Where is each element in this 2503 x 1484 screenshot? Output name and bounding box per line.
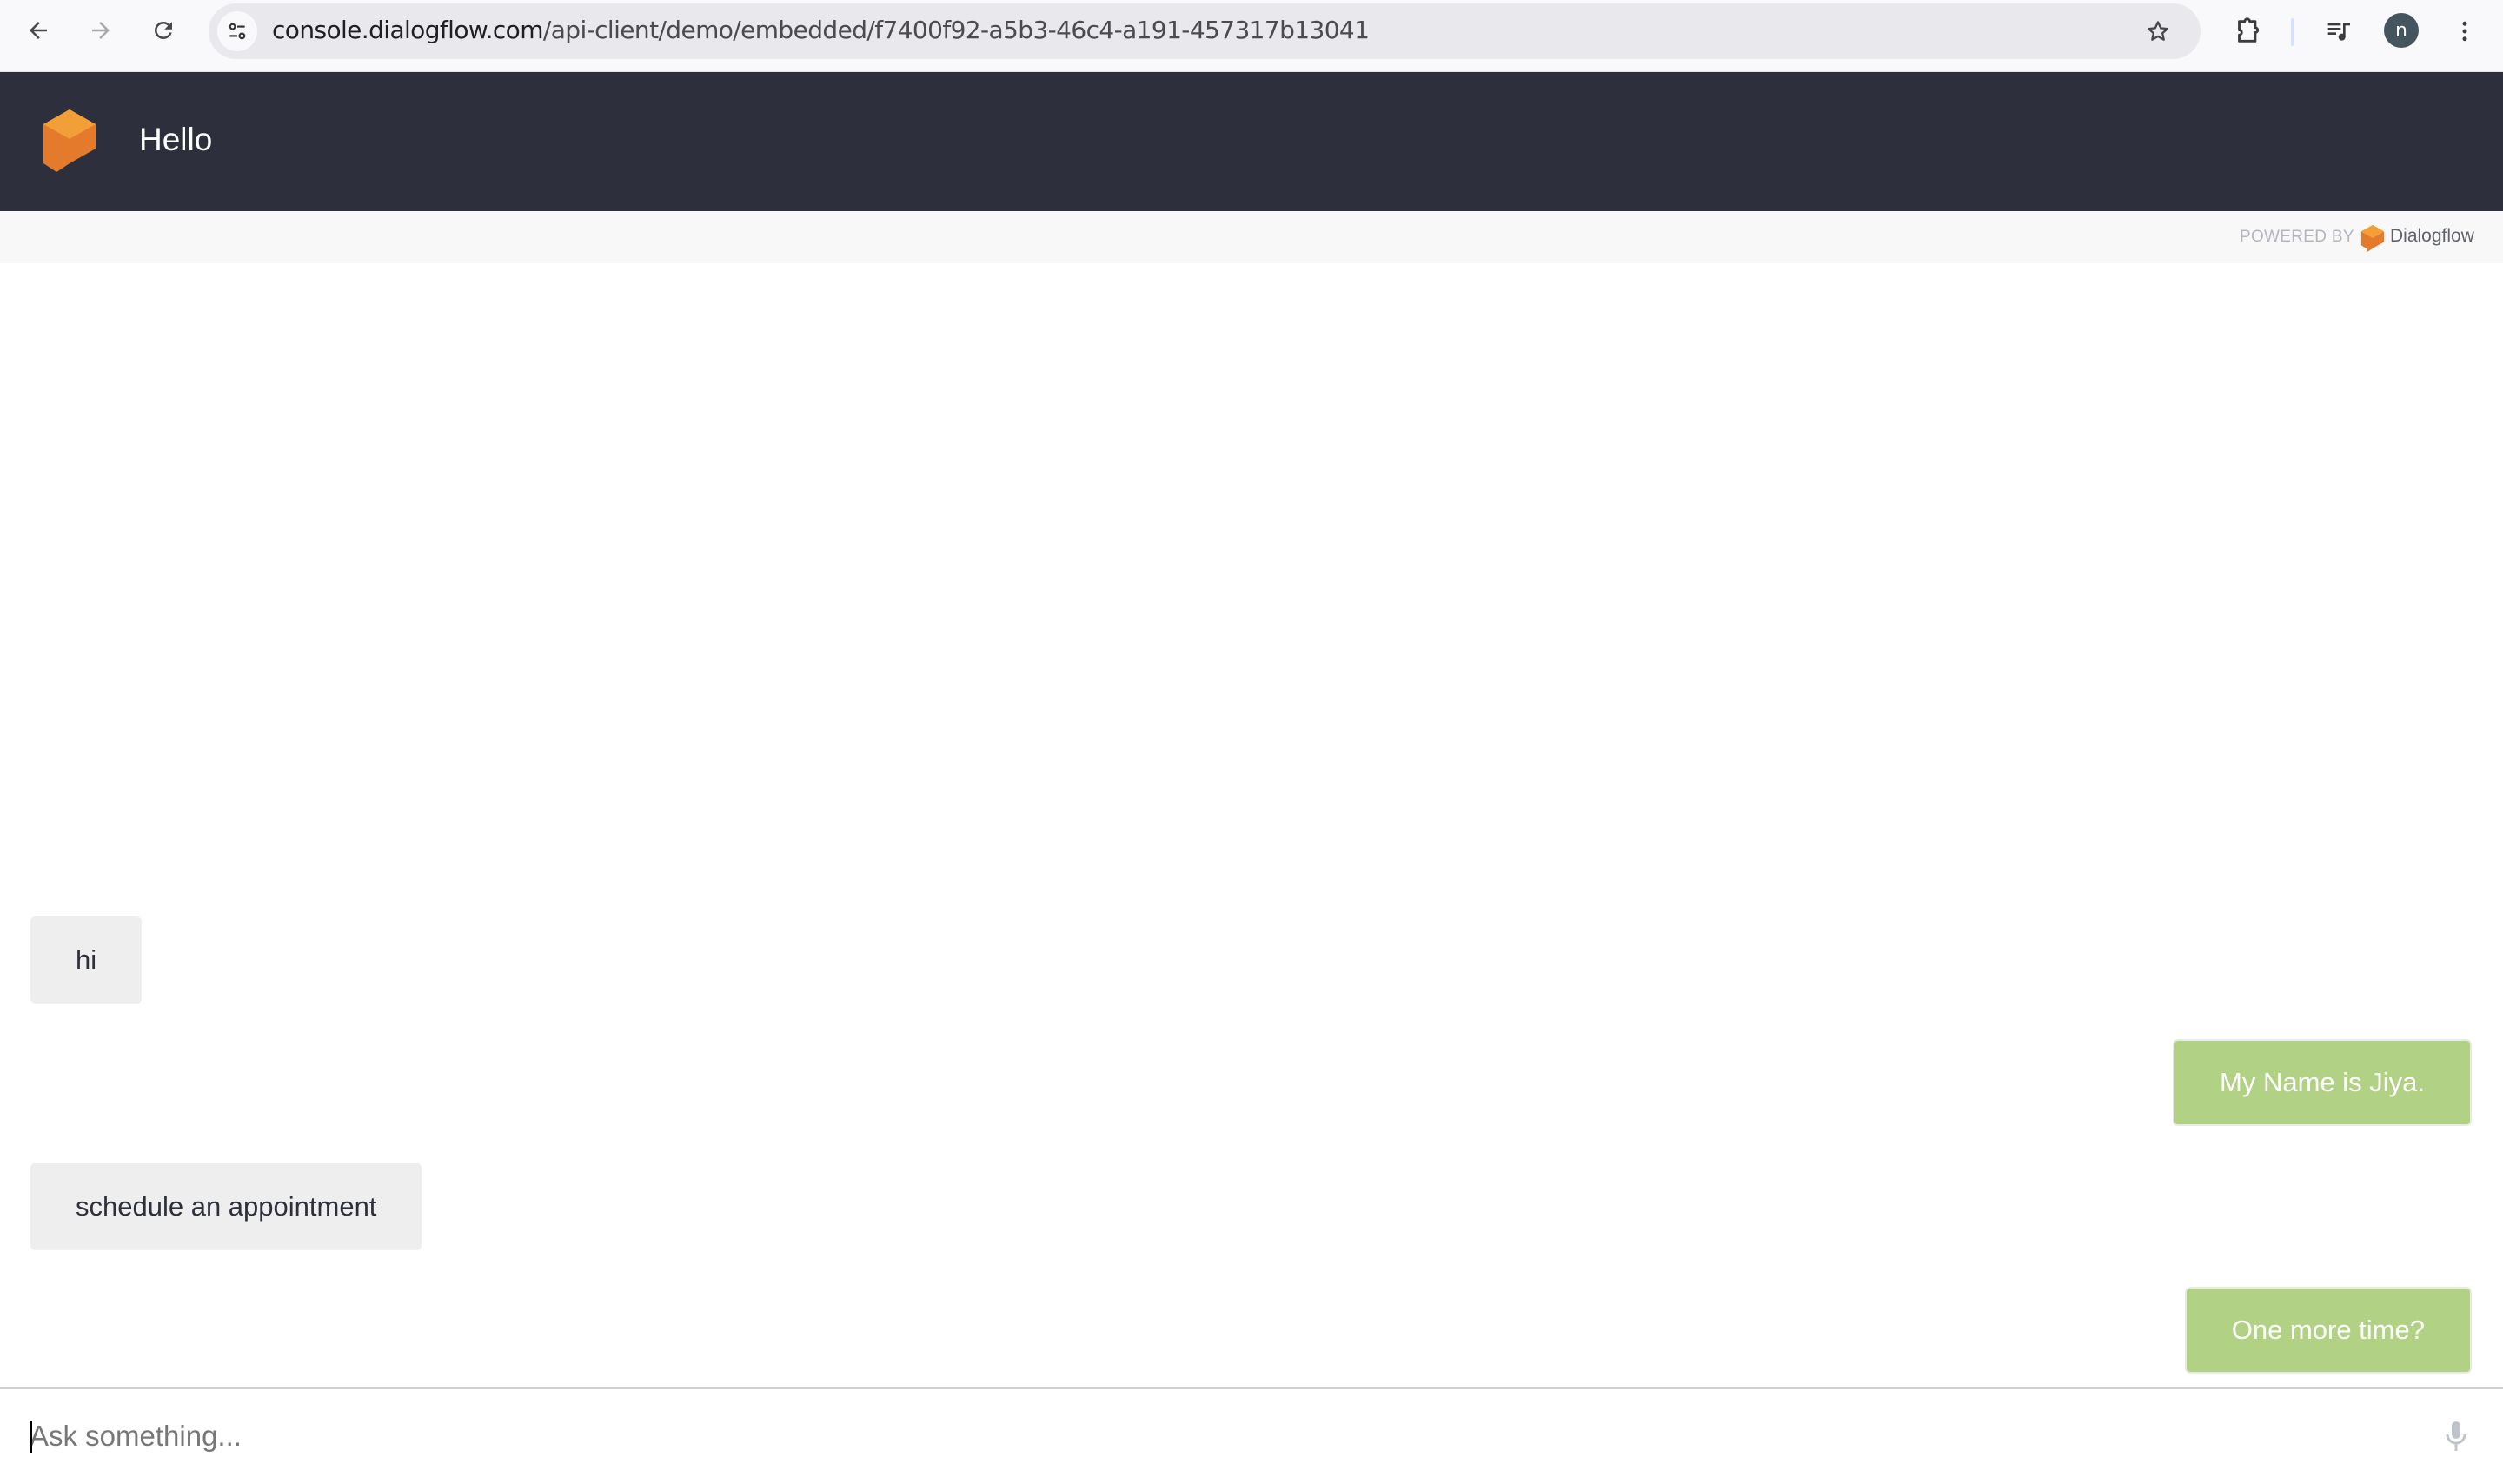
- arrow-left-icon: [30, 22, 47, 39]
- reload-button[interactable]: [146, 13, 181, 48]
- powered-by-strip: POWERED BY Dialogflow: [0, 211, 2503, 263]
- query-input-bar: [0, 1389, 2503, 1484]
- dialogflow-logo-icon: [43, 109, 96, 172]
- browser-toolbar: console.dialogflow.com/api-client/demo/e…: [0, 0, 2503, 72]
- url-text[interactable]: console.dialogflow.com/api-client/demo/e…: [272, 15, 1370, 46]
- message-text: One more time?: [2231, 1315, 2425, 1345]
- reload-icon: [155, 21, 172, 39]
- site-info-button[interactable]: [217, 11, 257, 51]
- bot-message-bubble: schedule an appointment: [30, 1163, 422, 1250]
- arrow-right-icon: [92, 22, 110, 39]
- chat-messages-area: hi My Name is Jiya. schedule an appointm…: [0, 263, 2503, 1388]
- queue-music-icon: [2327, 23, 2350, 41]
- tune-icon: [229, 23, 246, 40]
- microphone-icon: [2446, 1421, 2466, 1451]
- app-header: Hello: [0, 72, 2503, 211]
- ask-something-input[interactable]: [30, 1408, 2411, 1464]
- bot-message-bubble: hi: [30, 916, 143, 1004]
- user-message-bubble: My Name is Jiya.: [2173, 1039, 2472, 1126]
- dialogflow-small-logo-icon: [2360, 224, 2385, 253]
- puzzle-icon: [2238, 17, 2260, 43]
- forward-button[interactable]: [83, 13, 118, 48]
- profile-avatar[interactable]: n: [2384, 13, 2419, 48]
- more-vert-icon: [2462, 21, 2467, 42]
- back-button[interactable]: [21, 13, 56, 48]
- star-icon: [2148, 21, 2168, 41]
- browser-menu-button[interactable]: [2447, 14, 2482, 49]
- agent-title: Hello: [139, 122, 213, 157]
- media-control-button[interactable]: [2322, 14, 2357, 49]
- url-path: /api-client/demo/embedded/f7400f92-a5b3-…: [542, 16, 1370, 44]
- url-domain: console.dialogflow.com: [272, 16, 543, 44]
- bookmark-button[interactable]: [2141, 14, 2175, 49]
- user-message-bubble: One more time?: [2184, 1287, 2472, 1374]
- microphone-button[interactable]: [2439, 1417, 2473, 1457]
- powered-by-label: POWERED BY: [2240, 228, 2354, 246]
- extensions-button[interactable]: [2229, 14, 2264, 49]
- dialogflow-brand-link[interactable]: Dialogflow: [2390, 225, 2474, 248]
- text-caret: [30, 1421, 32, 1453]
- message-text: My Name is Jiya.: [2220, 1067, 2425, 1097]
- toolbar-divider: [2291, 18, 2294, 46]
- message-text: schedule an appointment: [76, 1190, 377, 1222]
- message-text: hi: [76, 944, 97, 975]
